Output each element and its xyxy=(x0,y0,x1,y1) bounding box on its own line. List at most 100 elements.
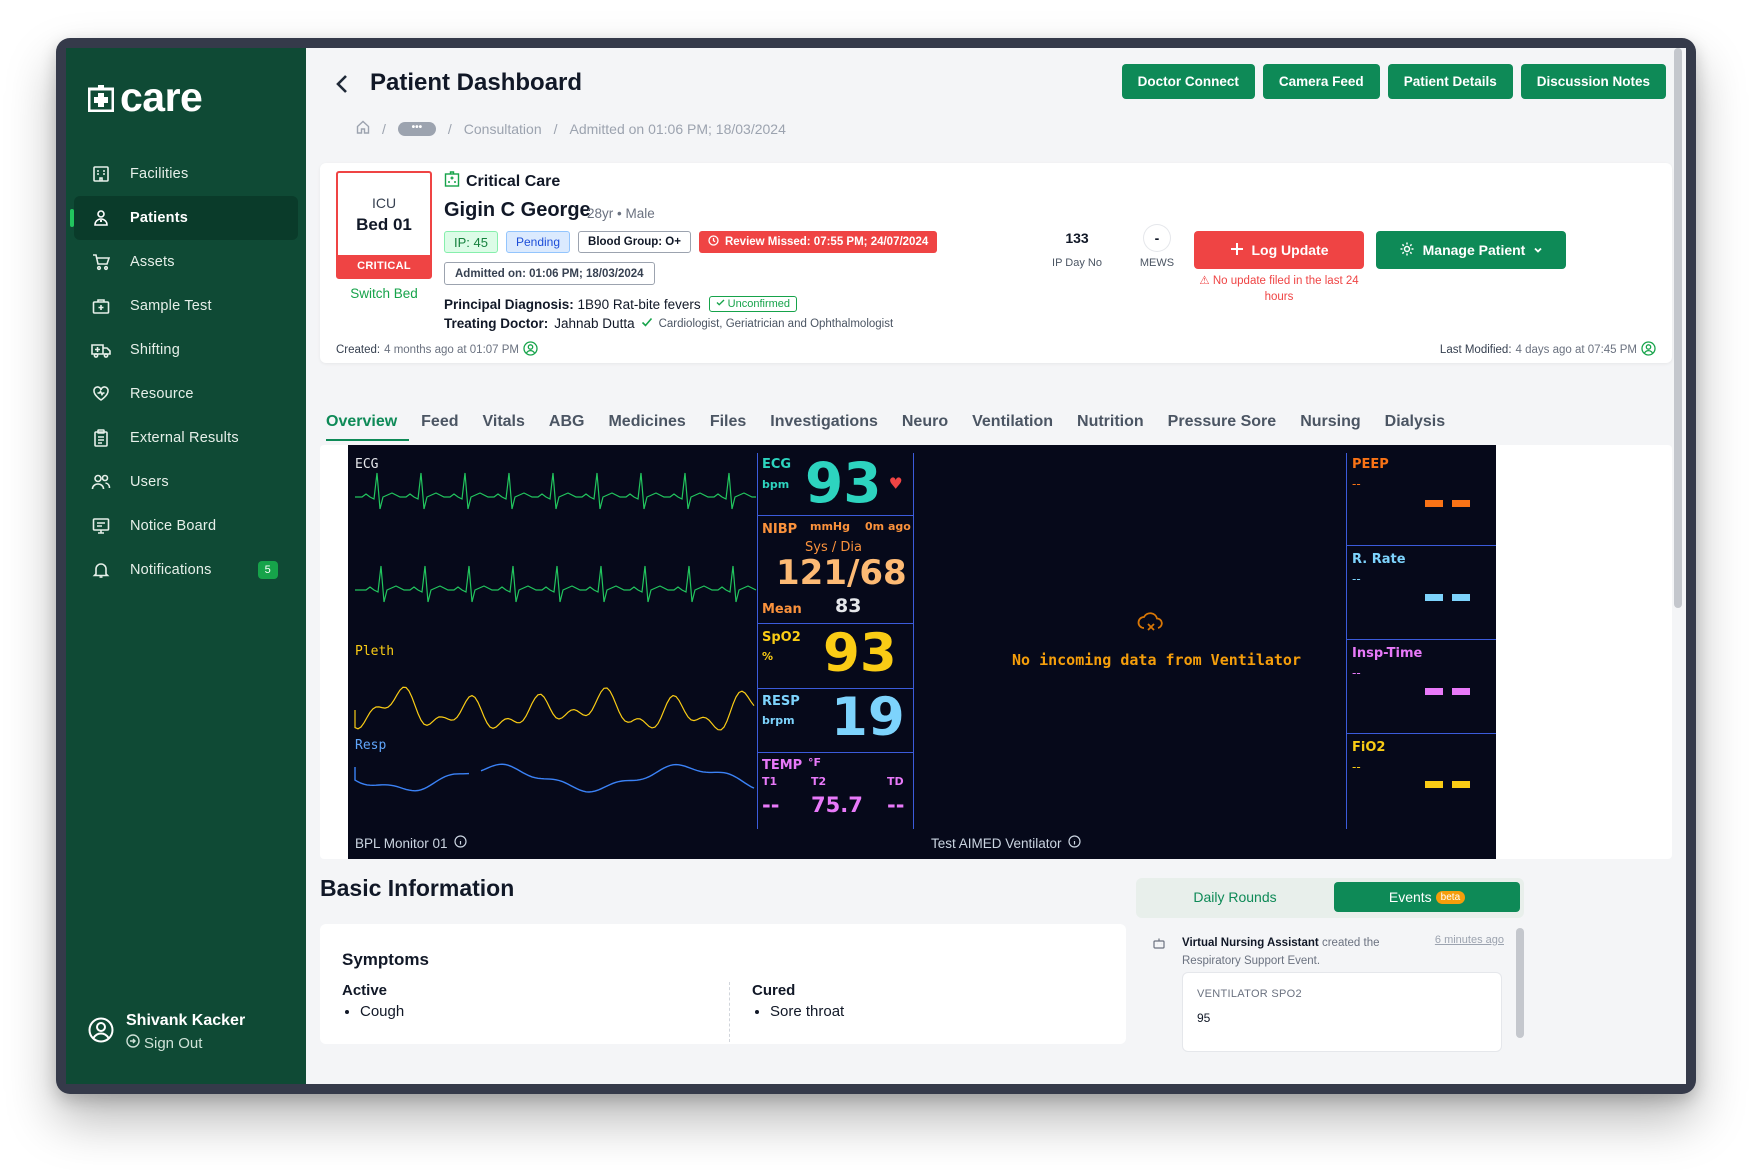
info-icon[interactable] xyxy=(453,835,467,851)
event-detail-card: VENTILATOR SPO2 95 xyxy=(1182,972,1502,1052)
events-scrollbar[interactable] xyxy=(1516,928,1524,1038)
insp-time-value: -- xyxy=(1352,666,1361,680)
home-icon[interactable] xyxy=(356,120,370,137)
patient-name: Gigin C George xyxy=(444,199,591,221)
back-arrow-icon[interactable] xyxy=(334,73,350,101)
mews-label: MEWS xyxy=(1139,257,1175,269)
events-tab[interactable]: Events beta xyxy=(1334,882,1520,912)
rounds-toggle: Daily Rounds Events beta xyxy=(1136,878,1524,918)
doctor-label: Treating Doctor: xyxy=(444,316,549,331)
sidebar-item-shifting[interactable]: Shifting xyxy=(74,328,298,372)
temp-td-value: -- xyxy=(887,793,905,817)
tab-pressure-sore[interactable]: Pressure Sore xyxy=(1156,413,1289,441)
tab-nursing[interactable]: Nursing xyxy=(1288,413,1372,441)
facility-name[interactable]: Critical Care xyxy=(444,171,560,192)
sidebar-item-notifications[interactable]: Notifications 5 xyxy=(74,548,298,592)
breadcrumb-admitted[interactable]: Admitted on 01:06 PM; 18/03/2024 xyxy=(570,121,786,137)
sidebar-item-label: Sample Test xyxy=(130,298,212,314)
sidebar-item-external-results[interactable]: External Results xyxy=(74,416,298,460)
tab-overview[interactable]: Overview xyxy=(326,413,410,441)
sidebar-item-notice-board[interactable]: Notice Board xyxy=(74,504,298,548)
sidebar-item-label: Shifting xyxy=(130,342,180,358)
sidebar-item-facilities[interactable]: Facilities xyxy=(74,152,298,196)
manage-patient-button[interactable]: Manage Patient xyxy=(1376,231,1566,269)
temp-td-label: TD xyxy=(887,775,904,788)
rate-value: -- xyxy=(1352,572,1361,586)
cured-label: Cured xyxy=(752,982,796,999)
log-update-button[interactable]: Log Update xyxy=(1194,231,1364,269)
nibp-time-ago: 0m ago xyxy=(865,520,911,533)
sidebar-item-users[interactable]: Users xyxy=(74,460,298,504)
ecg-label: ECG xyxy=(762,457,792,472)
symptoms-title: Symptoms xyxy=(342,950,429,969)
diagnosis-status-text: Unconfirmed xyxy=(727,298,791,310)
blood-group-badge: Blood Group: O+ xyxy=(578,231,691,253)
monitor-card: ECG Pleth Resp ECG bpm 93 ♥ NIBP mmHg 0m… xyxy=(320,445,1672,859)
rate-dash xyxy=(1425,594,1470,601)
notice-board-icon xyxy=(90,515,112,537)
temp-t1-label: T1 xyxy=(762,775,778,788)
sidebar-item-assets[interactable]: Assets xyxy=(74,240,298,284)
tab-abg[interactable]: ABG xyxy=(537,413,597,441)
rate-label: R. Rate xyxy=(1352,552,1406,567)
header-actions: Doctor Connect Camera Feed Patient Detai… xyxy=(1121,64,1666,99)
tab-neuro[interactable]: Neuro xyxy=(890,413,960,441)
hospital-icon xyxy=(444,171,460,192)
switch-bed-link[interactable]: Switch Bed xyxy=(336,286,432,301)
facility-label: Critical Care xyxy=(466,172,561,190)
tab-nutrition[interactable]: Nutrition xyxy=(1065,413,1156,441)
user-circle-icon[interactable] xyxy=(523,341,538,359)
ip-number-badge: IP: 45 xyxy=(444,231,498,253)
ventilator-no-data-message: No incoming data from Ventilator xyxy=(1012,651,1301,669)
log-update-label: Log Update xyxy=(1251,242,1329,258)
tab-feed[interactable]: Feed xyxy=(409,413,470,441)
created-value: 4 months ago at 01:07 PM xyxy=(384,344,519,356)
insp-time-dash xyxy=(1425,688,1470,695)
camera-feed-button[interactable]: Camera Feed xyxy=(1262,64,1380,99)
tab-files[interactable]: Files xyxy=(698,413,758,441)
daily-rounds-tab[interactable]: Daily Rounds xyxy=(1140,882,1330,912)
sign-out-icon xyxy=(126,1034,140,1052)
tab-ventilation[interactable]: Ventilation xyxy=(960,413,1065,441)
consultation-tabs: Overview Feed Vitals ABG Medicines Files… xyxy=(326,413,1457,441)
breadcrumb-collapsed[interactable]: ••• xyxy=(397,121,436,136)
tab-dialysis[interactable]: Dialysis xyxy=(1373,413,1457,441)
user-avatar-icon[interactable] xyxy=(88,1017,114,1048)
tab-investigations[interactable]: Investigations xyxy=(758,413,890,441)
logo[interactable]: care xyxy=(88,74,203,121)
temp-unit: °F xyxy=(808,756,822,769)
modified-value: 4 days ago at 07:45 PM xyxy=(1515,344,1637,356)
building-icon xyxy=(90,163,112,185)
sidebar-item-resource[interactable]: Resource xyxy=(74,372,298,416)
temp-t1-value: -- xyxy=(762,793,780,817)
critical-status-badge: CRITICAL xyxy=(338,255,430,277)
created-info: Created: 4 months ago at 01:07 PM xyxy=(336,341,538,359)
log-warning-text: No update filed in the last 24 hours xyxy=(1212,275,1359,303)
breadcrumb-consultation[interactable]: Consultation xyxy=(464,121,542,137)
doctor-connect-button[interactable]: Doctor Connect xyxy=(1121,64,1255,99)
sidebar-item-sample-test[interactable]: Sample Test xyxy=(74,284,298,328)
diagnosis-status-badge: Unconfirmed xyxy=(708,296,798,312)
info-icon[interactable] xyxy=(1067,835,1081,851)
main-scrollbar[interactable] xyxy=(1674,48,1682,608)
fio2-dash xyxy=(1425,781,1470,788)
event-actor[interactable]: Virtual Nursing Assistant xyxy=(1182,937,1319,949)
breadcrumb-separator: / xyxy=(382,120,386,137)
sidebar-item-patients[interactable]: Patients xyxy=(70,196,298,240)
peep-dash xyxy=(1425,500,1470,507)
discussion-notes-button[interactable]: Discussion Notes xyxy=(1520,64,1666,99)
user-circle-icon[interactable] xyxy=(1641,341,1656,359)
resp-rate-value: 19 xyxy=(831,687,905,748)
tab-medicines[interactable]: Medicines xyxy=(596,413,697,441)
event-field-value: 95 xyxy=(1197,1011,1211,1025)
nibp-label: NIBP xyxy=(762,522,798,537)
patient-details-button[interactable]: Patient Details xyxy=(1387,64,1513,99)
temp-t2-label: T2 xyxy=(811,775,827,788)
peep-value: -- xyxy=(1352,477,1361,491)
sign-out-link[interactable]: Sign Out xyxy=(126,1034,245,1052)
nibp-unit: mmHg xyxy=(810,520,851,533)
tab-vitals[interactable]: Vitals xyxy=(471,413,537,441)
patient-age-gender: 28yr • Male xyxy=(587,206,655,221)
ip-day-label: IP Day No xyxy=(1052,257,1102,269)
heart-hand-icon xyxy=(90,383,112,405)
